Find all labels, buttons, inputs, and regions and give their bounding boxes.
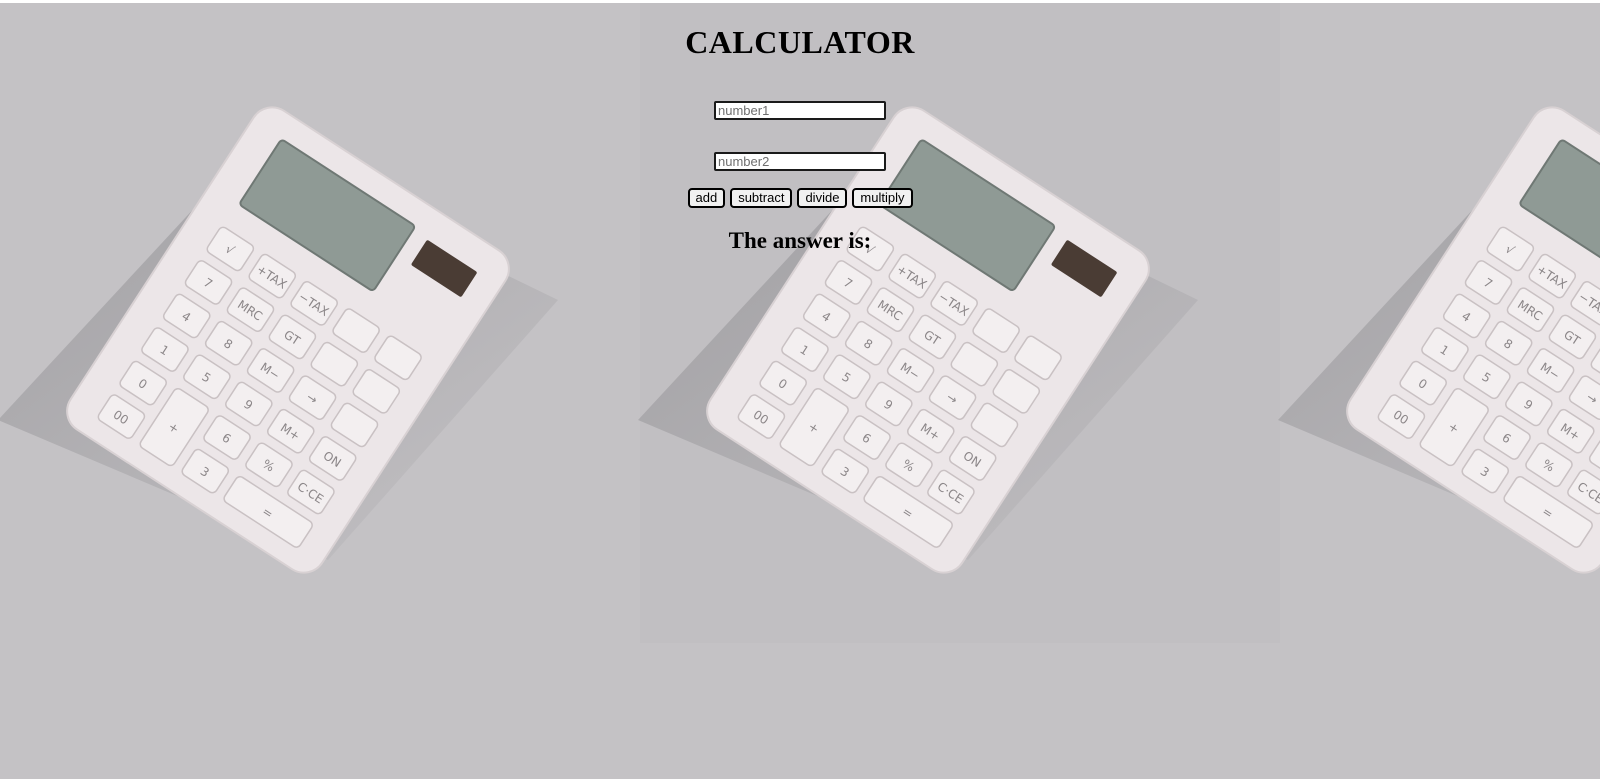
subtract-button[interactable]: subtract: [730, 188, 793, 208]
divide-button[interactable]: divide: [797, 188, 848, 208]
number1-input[interactable]: [714, 101, 886, 120]
multiply-button[interactable]: multiply: [852, 188, 913, 208]
operation-buttons: add subtract divide multiply: [0, 188, 1600, 208]
answer-label: The answer is:: [728, 228, 872, 253]
add-button[interactable]: add: [687, 188, 726, 208]
number2-input[interactable]: [714, 152, 886, 171]
calculator-form: CALCULATOR add subtract divide multiply …: [0, 0, 1600, 254]
page-title: CALCULATOR: [685, 24, 915, 60]
